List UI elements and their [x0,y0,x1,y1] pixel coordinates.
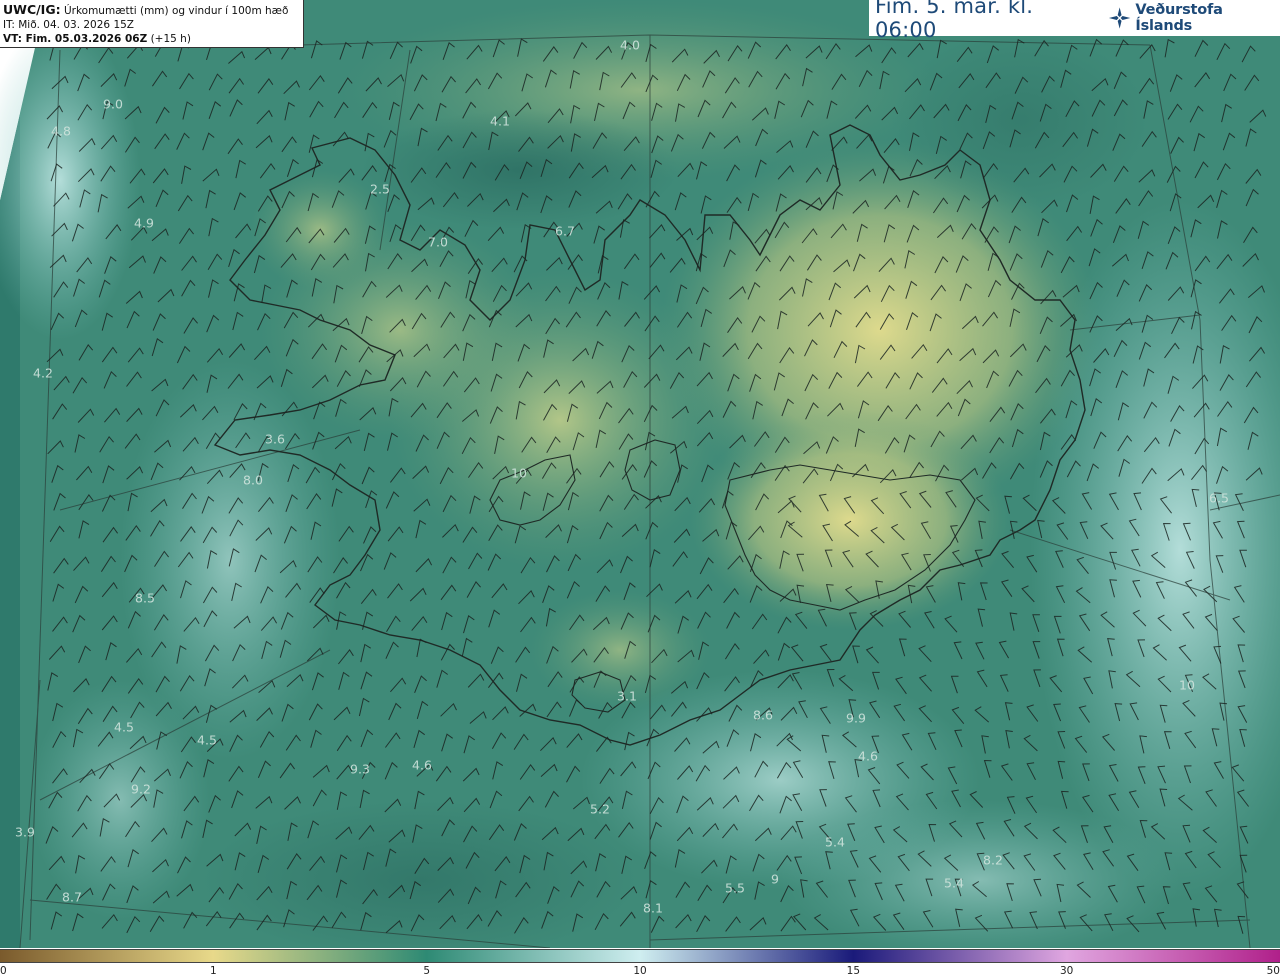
precip-value-label: 8.1 [643,901,663,916]
colorbar-tick-label: 1 [209,965,217,977]
info-box: UWC/IG: Úrkomumætti (mm) og vindur í 100… [0,0,304,48]
precip-value-label: 4.5 [197,733,217,748]
colorbar-tick-label: 5 [423,965,430,977]
init-time: IT: Mið. 04. 03. 2026 15Z [3,19,134,31]
precip-value-label: 10 [1179,678,1195,693]
precip-value-label: 9.0 [103,97,123,112]
precip-value-label: 3.6 [265,432,285,447]
colorbar-tick-label: 30 [1059,965,1074,977]
precip-value-label: 9 [771,872,779,887]
precip-value-label: 4.1 [490,114,510,129]
precip-value-label: 9.2 [131,782,151,797]
precip-value-label: 8.7 [62,890,82,905]
precip-value-label: 8.2 [983,853,1003,868]
precip-value-label: 3.1 [617,689,637,704]
model-name: UWC/IG: [3,2,61,17]
colorbar-tick-label: 50 [1266,965,1280,977]
precip-value-label: 5.5 [725,881,745,896]
colorbar: 0 1 5 10 15 30 50 [0,948,1280,978]
lead-time: (+15 h) [150,33,191,45]
forecast-time-title: Fim. 5. mar. kl. 06:00 [875,0,1034,42]
precip-value-label: 4.2 [33,366,53,381]
valid-time: VT: Fim. 05.03.2026 06Z [3,33,148,45]
precip-value-label: 5.4 [825,835,845,850]
precip-value-label: 9.9 [846,711,866,726]
precip-value-label: 3.9 [15,825,35,840]
colorbar-tick-label: 15 [846,965,861,977]
precip-value-label: 5.2 [590,802,610,817]
colorbar-tick-label: 0 [0,965,7,977]
precip-value-label: 4.6 [858,749,878,764]
colorbar-tick-label: 10 [633,965,647,977]
vedurstofa-logo-icon [1109,7,1131,29]
precip-value-label: 8.0 [243,473,263,488]
precip-value-label: 10 [511,466,527,481]
precip-value-label: 7.0 [428,235,448,250]
precip-value-label: 8.5 [135,591,155,606]
precip-value-label: 4.0 [620,38,640,53]
forecast-map[interactable]: 4.0 4.1 4.8 9.0 2.5 7.0 6.7 4.9 4.2 3.6 8.0 8.5 10 4.… [0,0,1280,948]
brand-name: Veðurstofa Íslands [1135,2,1223,34]
precip-value-label: 9.3 [350,762,370,777]
precip-value-label: 6.7 [555,224,575,239]
precip-value-label: 4.5 [114,720,134,735]
precip-value-label: 4.9 [134,216,154,231]
precip-value-label: 5.4 [944,876,964,891]
precip-value-label: 8.6 [753,708,773,723]
product-description: Úrkomumætti (mm) og vindur í 100m hæð [63,5,289,17]
precip-value-label: 6.5 [1209,491,1229,506]
precip-value-label: 2.5 [370,182,390,197]
brand[interactable]: Veðurstofa Íslands [1107,2,1280,34]
title-box: Fim. 5. mar. kl. 06:00 Veðurstofa Ísland… [869,0,1280,42]
colorbar-strip [0,949,1280,963]
precip-value-label: 4.8 [51,124,71,139]
precip-value-label: 4.6 [412,758,432,773]
